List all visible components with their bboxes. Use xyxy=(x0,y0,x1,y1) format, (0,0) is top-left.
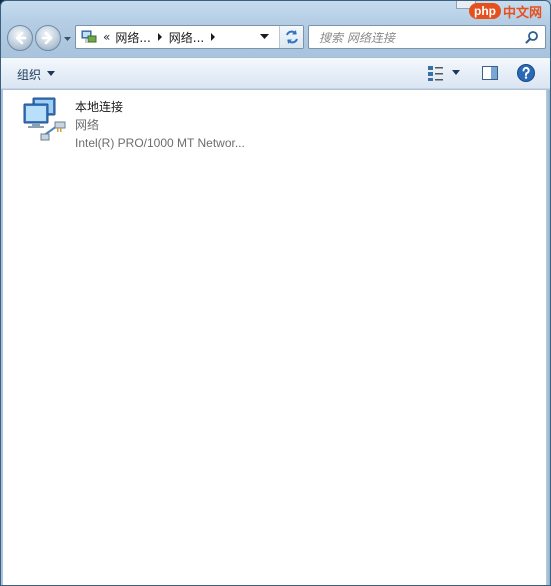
window-right-border xyxy=(546,90,550,585)
breadcrumb-separator-icon[interactable] xyxy=(210,33,216,41)
network-adapter-icon xyxy=(23,97,66,141)
view-options-icon[interactable] xyxy=(427,64,445,82)
organize-label: 组织 xyxy=(17,67,42,82)
view-dropdown-icon[interactable] xyxy=(452,70,460,76)
refresh-button[interactable] xyxy=(279,26,303,48)
refresh-icon xyxy=(285,30,298,44)
explorer-window: php 中文网 « 网络... 网络... 搜索 网络连接 组织 本地连接 网络… xyxy=(0,0,551,586)
search-icon[interactable] xyxy=(525,30,539,44)
address-bar[interactable]: « 网络... 网络... xyxy=(75,25,304,49)
command-bar: 组织 xyxy=(1,57,550,89)
forward-button[interactable] xyxy=(35,25,61,51)
back-button[interactable] xyxy=(7,25,33,51)
network-connection-item[interactable]: 本地连接 网络 Intel(R) PRO/1000 MT Networ... xyxy=(21,96,281,152)
address-overflow[interactable]: « xyxy=(103,30,110,44)
file-list-pane[interactable]: 本地连接 网络 Intel(R) PRO/1000 MT Networ... xyxy=(3,90,548,585)
search-placeholder: 搜索 网络连接 xyxy=(319,30,395,45)
search-input[interactable]: 搜索 网络连接 xyxy=(308,25,546,49)
address-dropdown-button[interactable] xyxy=(255,26,273,48)
chevron-down-icon xyxy=(259,34,269,39)
breadcrumb-item-2[interactable]: 网络... xyxy=(169,29,204,46)
network-folder-icon xyxy=(81,30,97,43)
item-device: Intel(R) PRO/1000 MT Networ... xyxy=(75,136,245,150)
help-icon[interactable] xyxy=(516,63,536,83)
item-name: 本地连接 xyxy=(75,100,124,114)
item-details: 本地连接 网络 Intel(R) PRO/1000 MT Networ... xyxy=(75,96,245,152)
navigation-bar: « 网络... 网络... 搜索 网络连接 xyxy=(1,1,550,55)
preview-pane-icon[interactable] xyxy=(481,64,499,82)
item-network: 网络 xyxy=(75,118,100,132)
organize-button[interactable]: 组织 xyxy=(17,65,56,83)
history-dropdown-icon[interactable] xyxy=(63,34,72,43)
forward-arrow-icon xyxy=(41,31,53,45)
chevron-down-icon xyxy=(47,71,56,76)
breadcrumb-separator-icon[interactable] xyxy=(157,33,163,41)
breadcrumb-item-1[interactable]: 网络... xyxy=(115,29,150,46)
back-arrow-icon xyxy=(15,31,27,45)
